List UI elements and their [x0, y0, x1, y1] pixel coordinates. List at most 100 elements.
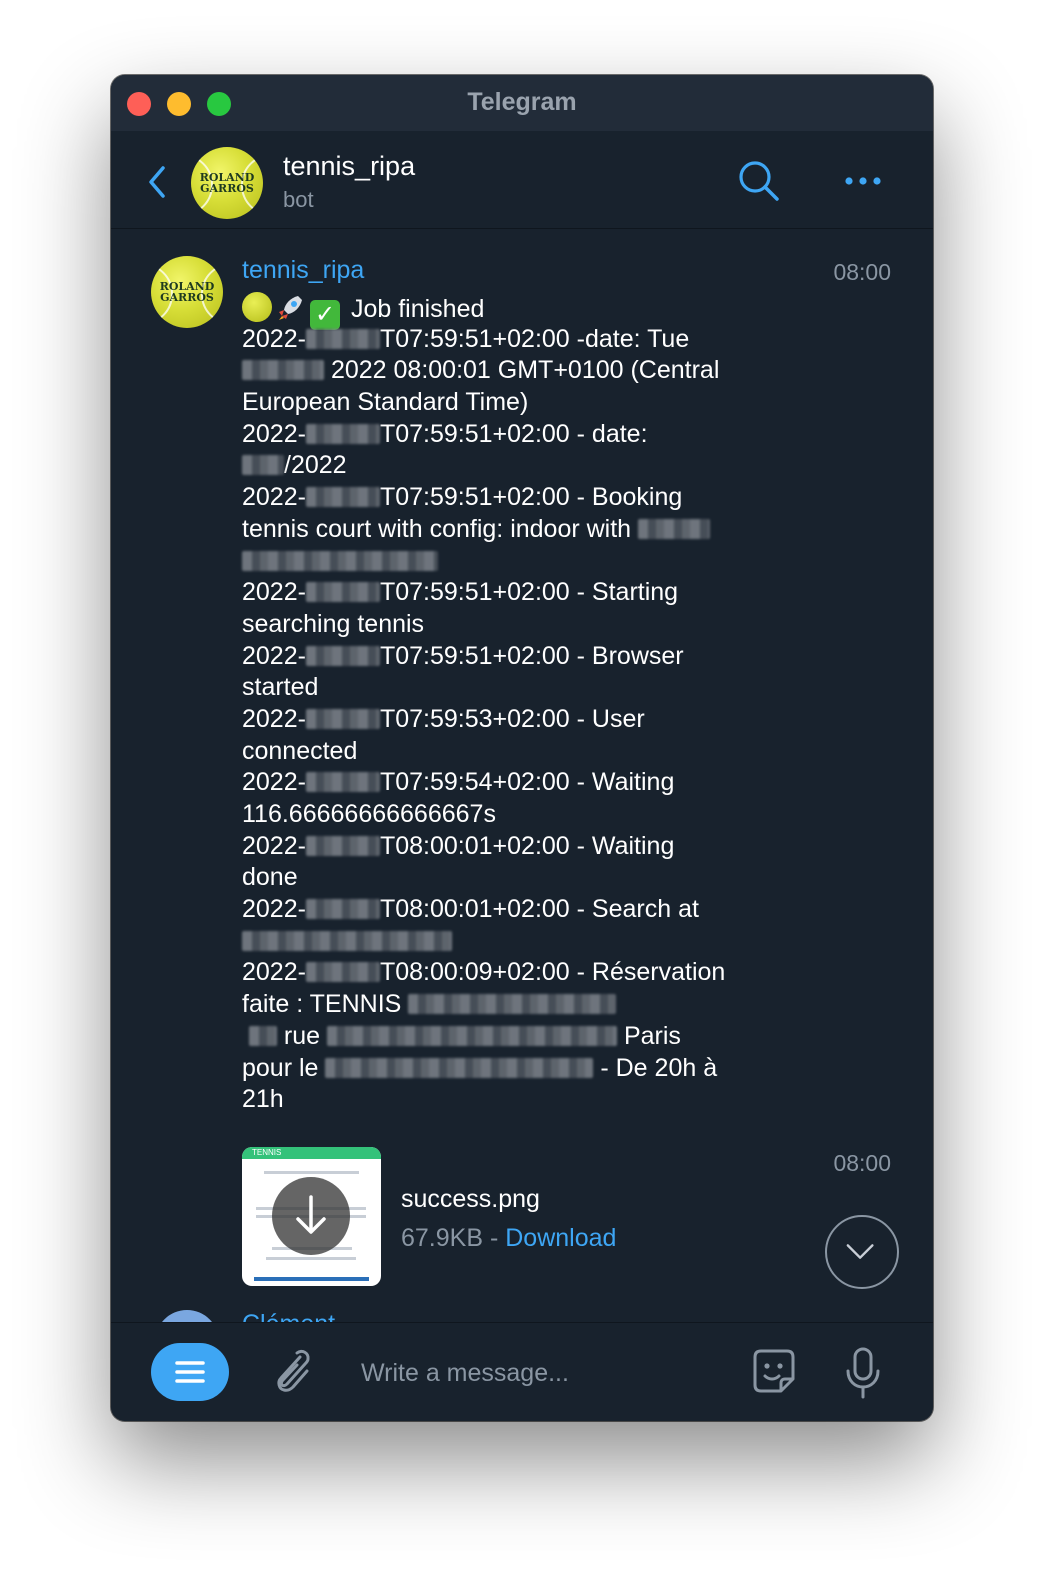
chat-header: ROLAND GARROS tennis_ripa bot [111, 131, 933, 229]
line-text: 116.66666666666667s [242, 800, 496, 828]
file-meta: 67.9KB - Download [401, 1224, 616, 1253]
line-text: T07:59:53+02:00 - User [379, 704, 645, 733]
message-sender[interactable]: tennis_ripa [242, 256, 364, 285]
line-text: - De 20h à [600, 1053, 718, 1082]
line-text: T08:00:09+02:00 - Réservation [379, 958, 726, 987]
title-bar: Telegram [111, 75, 933, 131]
bot-menu-button[interactable] [151, 1343, 229, 1401]
redacted-text [305, 645, 380, 666]
redacted-text [242, 930, 452, 951]
file-thumbnail[interactable]: TENNIS [242, 1147, 381, 1286]
redacted-text [408, 994, 617, 1015]
more-icon[interactable] [841, 171, 885, 191]
chat-status: bot [283, 187, 314, 212]
message-list[interactable]: ROLAND GARROS tennis_ripa 08:00 ✓ Job fi… [111, 230, 933, 1322]
redacted-text [638, 518, 711, 539]
redacted-text [248, 1025, 277, 1046]
line-text: T07:59:51+02:00 -date: Tue [379, 324, 690, 353]
line-text: rue [283, 1021, 321, 1050]
line-text: 2022- [242, 483, 306, 512]
line-text: 21h [242, 1085, 284, 1114]
next-message-avatar[interactable] [155, 1310, 219, 1322]
redacted-text [305, 772, 380, 793]
file-message-time: 08:00 [833, 1150, 891, 1176]
avatar-logo-line2: GARROS [160, 291, 214, 304]
tennis-ball-emoji-icon [242, 292, 272, 322]
download-arrow-icon [296, 1195, 326, 1234]
line-text: 2022- [242, 958, 306, 987]
line-text: T07:59:51+02:00 - Booking [379, 483, 683, 512]
chat-avatar[interactable]: ROLAND GARROS [191, 147, 263, 219]
window-title: Telegram [467, 88, 577, 116]
chevron-down-icon [846, 1244, 874, 1259]
menu-icon [175, 1361, 205, 1383]
redacted-text [305, 582, 380, 603]
sticker-icon[interactable] [747, 1345, 801, 1399]
thumbnail-header: TENNIS [242, 1147, 381, 1159]
redacted-text [305, 835, 380, 856]
microphone-icon[interactable] [843, 1345, 883, 1401]
avatar-logo-line2: GARROS [200, 182, 254, 195]
line-text: pour le [242, 1053, 319, 1082]
line-text: connected [242, 736, 358, 765]
line-text: T08:00:01+02:00 - Search at [379, 895, 699, 924]
telegram-window: Telegram ROLAND GARROS tennis_ripa bot R… [111, 75, 933, 1421]
thumbnail-line [264, 1171, 359, 1174]
redacted-text [305, 899, 380, 920]
line-text: T07:59:54+02:00 - Waiting [379, 768, 675, 797]
line-text: 2022- [242, 641, 306, 670]
line-text: 2022- [242, 578, 306, 607]
line-text: done [242, 863, 298, 892]
redacted-text [305, 423, 380, 444]
line-text: searching tennis [242, 609, 425, 638]
line-text: 2022- [242, 831, 306, 860]
redacted-text [242, 550, 438, 571]
message-input[interactable] [361, 1353, 721, 1393]
redacted-text [305, 328, 380, 349]
rocket-emoji-icon [276, 292, 306, 322]
attach-icon[interactable] [267, 1345, 313, 1399]
line-text: 2022- [242, 324, 306, 353]
thumbnail-header-label: TENNIS [252, 1148, 282, 1157]
line-text: started [242, 673, 319, 702]
line-text: 2022- [242, 895, 306, 924]
chat-title[interactable]: tennis_ripa [283, 151, 415, 182]
redacted-text [242, 455, 284, 476]
message-composer [111, 1322, 933, 1421]
redacted-text [325, 1057, 594, 1078]
scroll-down-button[interactable] [825, 1215, 899, 1289]
line-text: faite : TENNIS [242, 990, 402, 1019]
check-mark-emoji-icon: ✓ [310, 300, 340, 330]
thumbnail-line [266, 1257, 356, 1260]
line-text: 2022- [242, 768, 306, 797]
line-text: T08:00:01+02:00 - Waiting [379, 831, 675, 860]
download-overlay[interactable] [272, 1177, 350, 1255]
next-message-sender[interactable]: Clément [242, 1310, 335, 1322]
download-link[interactable]: Download [505, 1224, 616, 1252]
line-text: 2022- [242, 704, 306, 733]
line-text: tennis court with config: indoor with [242, 514, 632, 543]
line-text: T07:59:51+02:00 - Browser [379, 641, 684, 670]
line-job-finished: Job finished [350, 295, 485, 323]
redacted-text [242, 360, 324, 381]
file-name[interactable]: success.png [401, 1185, 540, 1214]
search-icon[interactable] [737, 159, 781, 203]
line-text: /2022 [284, 451, 347, 480]
message-text: ✓ Job finished 2022- T07:59:51+02:00 -dat… [242, 292, 787, 1116]
redacted-text [305, 962, 380, 983]
line-text: 2022 08:00:01 GMT+0100 (Central [330, 356, 720, 385]
thumbnail-line [254, 1277, 369, 1281]
line-text: 2022- [242, 419, 306, 448]
line-text: T07:59:51+02:00 - date: [379, 419, 648, 448]
line-text: Paris [623, 1021, 681, 1050]
redacted-text [305, 708, 380, 729]
file-size: 67.9KB [401, 1224, 484, 1252]
line-text: European Standard Time) [242, 388, 529, 417]
redacted-text [327, 1025, 617, 1046]
line-text: T07:59:51+02:00 - Starting [379, 578, 679, 607]
file-separator: - [489, 1224, 499, 1252]
redacted-text [305, 487, 380, 508]
message-time: 08:00 [833, 259, 891, 285]
message-avatar[interactable]: ROLAND GARROS [151, 256, 223, 328]
back-arrow-icon[interactable] [145, 164, 171, 200]
